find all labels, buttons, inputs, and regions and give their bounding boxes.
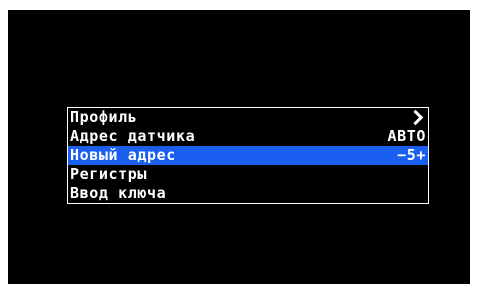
menu-item-label: Профиль bbox=[70, 108, 138, 126]
device-screen: Профиль Адрес датчика АВТО Новый адрес −… bbox=[8, 10, 470, 284]
menu-item-label: Ввод ключа bbox=[70, 184, 167, 202]
menu-item-new-address[interactable]: Новый адрес −5+ bbox=[68, 146, 428, 165]
menu-item-key-input[interactable]: Ввод ключа bbox=[68, 184, 428, 203]
chevron-right-icon bbox=[407, 109, 424, 126]
menu-item-label: Новый адрес bbox=[70, 146, 176, 164]
menu-item-value: АВТО bbox=[387, 127, 426, 145]
menu-item-sensor-address[interactable]: Адрес датчика АВТО bbox=[68, 127, 428, 146]
menu-item-registers[interactable]: Регистры bbox=[68, 165, 428, 184]
menu-item-label: Регистры bbox=[70, 165, 148, 183]
address-stepper[interactable]: −5+ bbox=[397, 146, 426, 165]
menu-item-label: Адрес датчика bbox=[70, 127, 196, 145]
settings-menu: Профиль Адрес датчика АВТО Новый адрес −… bbox=[67, 107, 429, 204]
menu-item-profile[interactable]: Профиль bbox=[68, 108, 428, 127]
